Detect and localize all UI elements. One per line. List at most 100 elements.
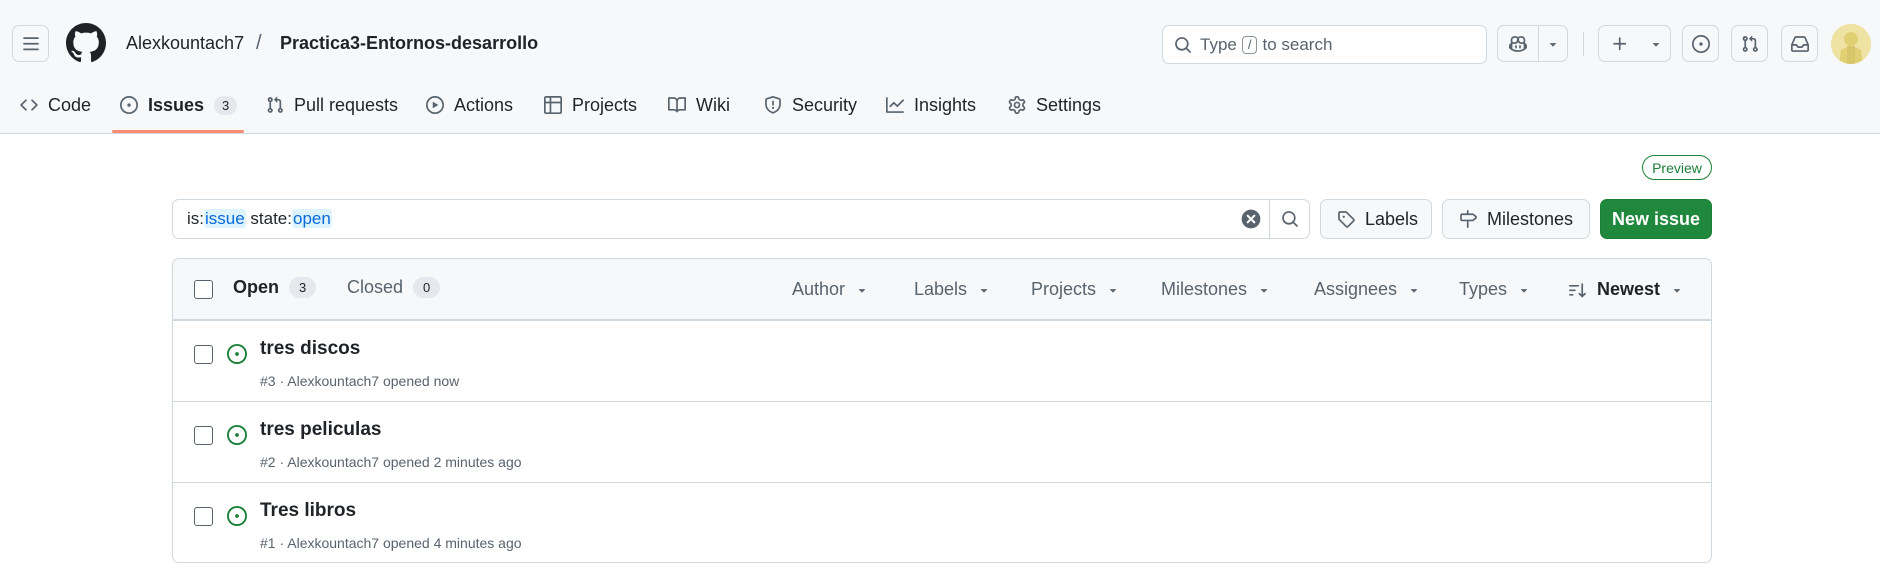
search-placeholder-suffix: to search xyxy=(1262,34,1333,54)
new-issue-button[interactable]: New issue xyxy=(1600,199,1712,239)
tab-issues[interactable]: Issues 3 xyxy=(112,86,245,124)
select-all-checkbox[interactable] xyxy=(194,280,213,299)
labels-filter-dropdown[interactable]: Labels xyxy=(914,279,991,300)
github-logo-icon[interactable] xyxy=(66,23,106,63)
triangle-down-icon xyxy=(1106,283,1120,297)
tag-icon xyxy=(1337,210,1355,228)
open-count-badge: 3 xyxy=(289,277,317,298)
header-divider xyxy=(1583,32,1584,56)
tab-actions[interactable]: Actions xyxy=(418,86,521,124)
issue-opened-icon xyxy=(227,506,247,526)
triangle-down-icon xyxy=(855,283,869,297)
issue-title-link[interactable]: tres discos xyxy=(260,338,360,360)
tab-label: Issues xyxy=(148,94,205,115)
filter-label: Milestones xyxy=(1161,279,1248,299)
labels-button-label: Labels xyxy=(1365,208,1419,229)
copilot-button-group xyxy=(1497,25,1568,62)
app-header: Alexkountach7 / Practica3-Entornos-desar… xyxy=(0,0,1880,134)
tab-projects[interactable]: Projects xyxy=(536,86,645,124)
issue-title-link[interactable]: tres peliculas xyxy=(260,419,381,441)
book-icon xyxy=(668,96,686,114)
triangle-down-icon xyxy=(1652,42,1659,47)
play-icon xyxy=(426,96,444,114)
x-circle-fill-icon xyxy=(1241,209,1261,229)
preview-badge[interactable]: Preview xyxy=(1642,155,1712,180)
sort-label: Newest xyxy=(1597,279,1661,299)
your-issues-button[interactable] xyxy=(1682,25,1719,62)
types-filter-dropdown[interactable]: Types xyxy=(1459,279,1531,300)
tab-security[interactable]: Security xyxy=(756,86,865,124)
sort-dropdown[interactable]: Newest xyxy=(1569,279,1684,300)
issue-row: tres discos #3 · Alexkountach7 opened no… xyxy=(173,320,1711,401)
issue-meta: #3 · Alexkountach7 opened now xyxy=(260,373,460,389)
issues-count-badge: 3 xyxy=(214,95,238,115)
closed-issues-toggle[interactable]: Closed 0 xyxy=(347,277,441,298)
code-icon xyxy=(20,96,38,114)
milestones-button-label: Milestones xyxy=(1487,208,1574,229)
assignees-filter-dropdown[interactable]: Assignees xyxy=(1314,279,1421,300)
triangle-down-icon xyxy=(1407,283,1421,297)
user-avatar[interactable] xyxy=(1831,24,1871,64)
global-search-input[interactable]: Type / to search xyxy=(1162,25,1487,64)
issue-checkbox[interactable] xyxy=(194,426,213,445)
tab-code[interactable]: Code xyxy=(12,86,99,124)
search-icon xyxy=(1175,36,1191,53)
tab-wiki[interactable]: Wiki xyxy=(660,86,738,124)
menu-button[interactable] xyxy=(12,25,49,62)
triangle-down-icon xyxy=(977,283,991,297)
filter-label: Assignees xyxy=(1314,279,1398,299)
issues-filter-input[interactable]: is:issue state:open xyxy=(172,199,1310,239)
issue-opened-icon xyxy=(227,344,247,364)
issue-meta: #2 · Alexkountach7 opened 2 minutes ago xyxy=(260,454,522,470)
issue-opened-icon xyxy=(1691,34,1710,53)
tab-label: Code xyxy=(48,94,92,115)
notifications-button[interactable] xyxy=(1781,25,1818,62)
issue-checkbox[interactable] xyxy=(194,345,213,364)
author-filter-dropdown[interactable]: Author xyxy=(792,279,869,300)
milestone-icon xyxy=(1459,210,1477,228)
tab-label: Security xyxy=(792,94,858,115)
issue-checkbox[interactable] xyxy=(194,507,213,526)
search-icon xyxy=(1281,211,1298,227)
search-placeholder-prefix: Type xyxy=(1200,34,1237,54)
plus-part xyxy=(1599,26,1641,61)
open-issues-toggle[interactable]: Open 3 xyxy=(233,277,317,298)
copilot-dropdown-button[interactable] xyxy=(1538,26,1567,61)
repo-name-link[interactable]: Practica3-Entornos-desarrollo xyxy=(280,33,538,54)
projects-filter-dropdown[interactable]: Projects xyxy=(1031,279,1120,300)
issue-row: Tres libros #1 · Alexkountach7 opened 4 … xyxy=(173,482,1711,562)
tab-label: Wiki xyxy=(696,94,730,115)
inbox-icon xyxy=(1790,35,1809,52)
filter-label: Types xyxy=(1459,279,1508,299)
triangle-down-icon xyxy=(1257,283,1271,297)
issue-title-link[interactable]: Tres libros xyxy=(260,500,356,522)
your-pull-requests-button[interactable] xyxy=(1731,25,1768,62)
tab-pull-requests[interactable]: Pull requests xyxy=(258,86,406,124)
labels-button[interactable]: Labels xyxy=(1320,199,1432,239)
sort-desc-icon xyxy=(1569,281,1587,299)
tab-label: Insights xyxy=(914,94,977,115)
plus-icon xyxy=(1613,36,1627,50)
closed-label: Closed xyxy=(347,277,404,297)
triangle-down-icon xyxy=(1549,42,1557,47)
filter-search-button[interactable] xyxy=(1269,200,1309,238)
plus-caret-part xyxy=(1641,26,1670,61)
tab-settings[interactable]: Settings xyxy=(1000,86,1109,124)
triangle-down-icon xyxy=(1517,283,1531,297)
issue-row: tres peliculas #2 · Alexkountach7 opened… xyxy=(173,401,1711,482)
git-pull-request-icon xyxy=(266,96,284,114)
repo-owner-link[interactable]: Alexkountach7 xyxy=(126,33,244,54)
open-label: Open xyxy=(233,277,280,297)
tab-insights[interactable]: Insights xyxy=(878,86,984,124)
clear-filter-button[interactable] xyxy=(1233,209,1269,229)
milestones-filter-dropdown[interactable]: Milestones xyxy=(1161,279,1271,300)
copilot-button[interactable] xyxy=(1498,26,1538,61)
tab-label: Pull requests xyxy=(294,94,399,115)
create-new-button[interactable] xyxy=(1598,25,1671,62)
git-pull-request-icon xyxy=(1742,35,1758,52)
milestones-button[interactable]: Milestones xyxy=(1442,199,1590,239)
breadcrumb-separator: / xyxy=(256,32,262,54)
issue-meta: #1 · Alexkountach7 opened 4 minutes ago xyxy=(260,535,522,551)
tab-label: Settings xyxy=(1036,94,1102,115)
triangle-down-icon xyxy=(1670,283,1684,297)
